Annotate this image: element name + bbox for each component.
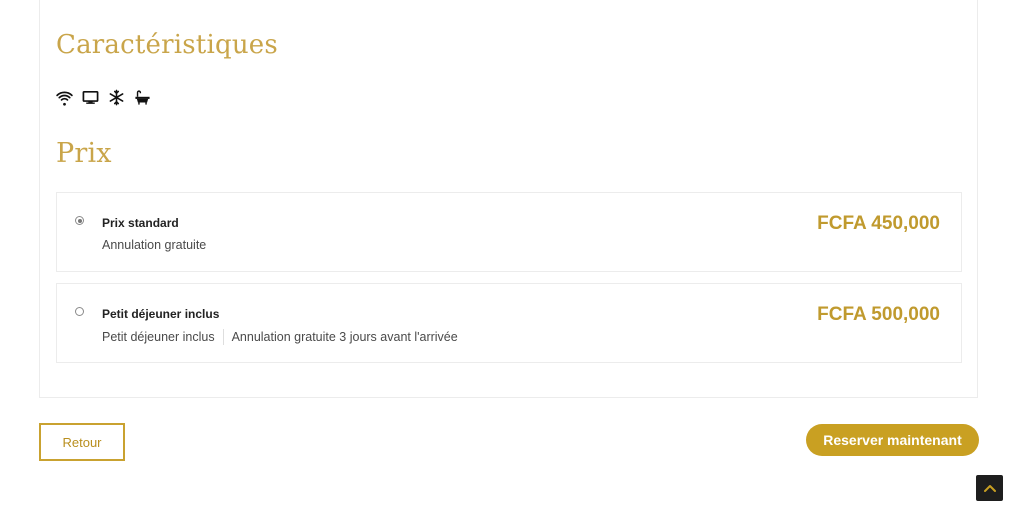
rate-description-item: Annulation gratuite 3 jours avant l'arri…: [231, 330, 458, 344]
wifi-icon: [56, 89, 73, 106]
rate-description: Petit déjeuner inclus Annulation gratuit…: [102, 329, 458, 345]
rate-price: FCFA 450,000: [817, 213, 940, 234]
rate-option-breakfast[interactable]: Petit déjeuner inclus Petit déjeuner inc…: [56, 283, 962, 363]
back-button[interactable]: Retour: [39, 423, 125, 461]
features-heading: Caractéristiques: [56, 30, 278, 60]
description-divider: [222, 329, 224, 345]
chevron-up-icon: [983, 485, 996, 492]
tv-icon: [82, 89, 99, 106]
rate-name: Prix standard: [102, 216, 179, 230]
pricing-heading: Prix: [56, 138, 112, 169]
rate-name: Petit déjeuner inclus: [102, 307, 220, 321]
bathtub-icon: [134, 89, 151, 106]
room-details-page: Caractéristiques Prix Prix standard Annu…: [0, 0, 1024, 525]
snowflake-icon: [108, 89, 125, 106]
rate-radio-breakfast[interactable]: [75, 307, 84, 316]
rate-description-item: Petit déjeuner inclus: [102, 330, 215, 344]
rate-description-item: Annulation gratuite: [102, 238, 207, 252]
rate-option-standard[interactable]: Prix standard Annulation gratuite FCFA 4…: [56, 192, 962, 272]
book-now-button[interactable]: Reserver maintenant: [806, 424, 979, 456]
rate-description: Annulation gratuite: [102, 238, 206, 252]
rate-price: FCFA 500,000: [817, 304, 940, 325]
rate-radio-standard[interactable]: [75, 216, 84, 225]
scroll-to-top-button[interactable]: [976, 475, 1003, 501]
amenities-list: [56, 89, 151, 106]
